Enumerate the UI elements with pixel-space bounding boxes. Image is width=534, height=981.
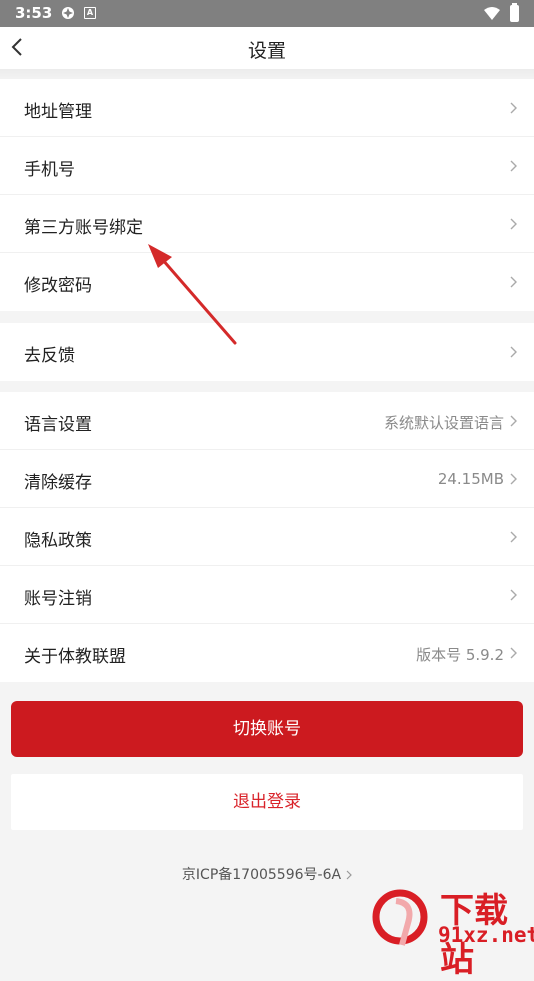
chevron-right-icon (510, 346, 517, 358)
settings-group-account: 地址管理 手机号 第三方账号绑定 修改密码 (0, 79, 534, 311)
chevron-right-icon (510, 415, 517, 427)
logout-button[interactable]: 退出登录 (11, 774, 523, 830)
switch-account-button[interactable]: 切换账号 (11, 701, 523, 757)
setting-row-delete-account[interactable]: 账号注销 (0, 566, 534, 624)
setting-value: 系统默认设置语言 (383, 414, 504, 432)
chevron-right-icon (510, 531, 517, 543)
setting-label: 手机号 (24, 160, 75, 180)
setting-row-address[interactable]: 地址管理 (0, 79, 534, 137)
setting-row-third-party-binding[interactable]: 第三方账号绑定 (0, 195, 534, 253)
setting-label: 语言设置 (24, 415, 92, 435)
setting-label: 关于体教联盟 (24, 647, 126, 667)
settings-group-feedback: 去反馈 (0, 323, 534, 381)
chevron-right-icon (346, 870, 352, 880)
status-time: 3:53 (15, 4, 53, 22)
nav-bar: 设置 (0, 27, 534, 69)
battery-icon (510, 3, 519, 22)
setting-label: 修改密码 (24, 276, 92, 296)
setting-value: 版本号 5.9.2 (416, 646, 504, 664)
setting-label: 清除缓存 (24, 473, 92, 493)
setting-row-privacy-policy[interactable]: 隐私政策 (0, 508, 534, 566)
icp-link[interactable]: 京ICP备17005596号-6A (0, 864, 534, 884)
setting-label: 地址管理 (24, 102, 92, 122)
setting-label: 第三方账号绑定 (24, 218, 143, 238)
wifi-icon (484, 7, 500, 20)
status-badge-icon: A (84, 7, 96, 19)
chevron-right-icon (510, 218, 517, 230)
app-notification-icon (62, 7, 74, 19)
chevron-right-icon (510, 160, 517, 172)
chevron-right-icon (510, 276, 517, 288)
setting-row-phone[interactable]: 手机号 (0, 137, 534, 195)
setting-value: 24.15MB (437, 470, 504, 488)
icp-text: 京ICP备17005596号-6A (181, 867, 342, 883)
setting-row-feedback[interactable]: 去反馈 (0, 323, 534, 381)
chevron-right-icon (510, 102, 517, 114)
page-title: 设置 (247, 40, 286, 62)
setting-row-language[interactable]: 语言设置 系统默认设置语言 (0, 392, 534, 450)
setting-row-about[interactable]: 关于体教联盟 版本号 5.9.2 (0, 624, 534, 682)
settings-group-general: 语言设置 系统默认设置语言 清除缓存 24.15MB 隐私政策 账号注销 关于体… (0, 392, 534, 682)
chevron-right-icon (510, 473, 517, 485)
setting-label: 去反馈 (24, 346, 75, 366)
setting-label: 账号注销 (24, 589, 92, 609)
setting-row-clear-cache[interactable]: 清除缓存 24.15MB (0, 450, 534, 508)
chevron-right-icon (510, 647, 517, 659)
setting-label: 隐私政策 (24, 531, 92, 551)
status-bar: 3:53 A (0, 0, 534, 27)
chevron-right-icon (510, 589, 517, 601)
watermark-url: 91xz.net (438, 923, 534, 947)
setting-row-change-password[interactable]: 修改密码 (0, 253, 534, 311)
